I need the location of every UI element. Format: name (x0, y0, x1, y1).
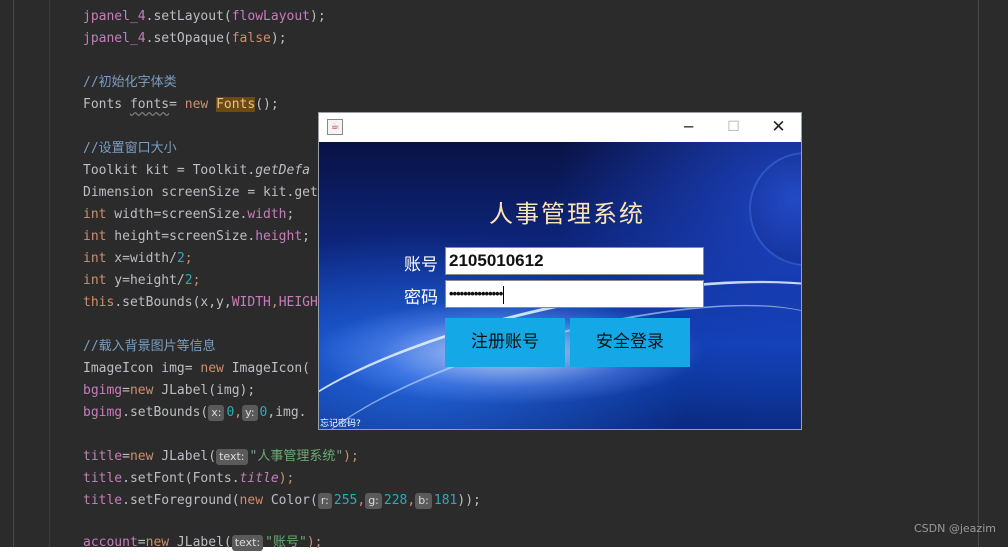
planet-decoration (749, 152, 801, 266)
code-line-bgimg: bgimg=new JLabel(img); (83, 383, 256, 398)
register-button[interactable]: 注册账号 (445, 318, 565, 367)
forgot-password-link[interactable]: 忘记密码? (320, 416, 361, 429)
code-line-toolkit: Toolkit kit = Toolkit.getDefa (83, 163, 310, 178)
code-line-account: account=new JLabel(text: "账号"); (83, 535, 323, 551)
password-mask: ••••••••••••••• (449, 286, 503, 301)
code-line-title: title=new JLabel(text: "人事管理系统"); (83, 449, 359, 465)
code-comment-bg: //载入背景图片等信息 (83, 339, 216, 354)
code-line-1: jpanel_4.setLayout(flowLayout); (83, 9, 326, 24)
login-background: 人事管理系统 账号 2105010612 密码 ••••••••••••••• … (319, 142, 801, 429)
code-line-height: int height=screenSize.height; (83, 229, 310, 244)
code-line-bgimg-bounds: bgimg.setBounds(x: 0, y: 0,img. (83, 405, 307, 421)
password-input[interactable]: ••••••••••••••• (445, 280, 704, 308)
code-line-dimension: Dimension screenSize = kit.get (83, 185, 318, 200)
watermark: CSDN @jeazim (914, 522, 996, 535)
editor-border-left (13, 0, 14, 547)
code-comment-fonts: //初始化字体类 (83, 75, 177, 90)
text-caret (503, 285, 505, 304)
code-line-2: jpanel_4.setOpaque(false); (83, 31, 287, 46)
password-label: 密码 (404, 288, 438, 308)
login-button[interactable]: 安全登录 (570, 318, 690, 367)
app-title: 人事管理系统 (489, 200, 645, 228)
account-label: 账号 (404, 255, 438, 275)
code-line-imageicon: ImageIcon img= new ImageIcon( (83, 361, 310, 376)
code-line-setbounds: this.setBounds(x,y,WIDTH,HEIGH (83, 295, 318, 310)
code-line-fonts: Fonts fonts= new Fonts(); (83, 97, 279, 112)
code-line-x: int x=width/2; (83, 251, 193, 266)
code-line-y: int y=height/2; (83, 273, 201, 288)
maximize-button[interactable]: ☐ (711, 113, 756, 142)
minimize-button[interactable]: ─ (666, 113, 711, 142)
window-titlebar[interactable]: ☕ ─ ☐ ✕ (319, 113, 801, 142)
code-line-title-color: title.setForeground(new Color(r: 255, g: 22… (83, 493, 481, 509)
param-hint: y: (242, 405, 258, 421)
param-hint: text: (216, 449, 248, 465)
param-hint: text: (231, 535, 264, 551)
close-button[interactable]: ✕ (756, 113, 801, 142)
indent-guide (49, 0, 50, 547)
param-hint: x: (208, 405, 225, 421)
login-window[interactable]: ☕ ─ ☐ ✕ 人事管理系统 账号 2105010612 密码 ••••••••… (318, 112, 802, 430)
code-line-title-font: title.setFont(Fonts.title); (83, 471, 295, 486)
account-input[interactable]: 2105010612 (445, 247, 704, 275)
param-hint: g: (365, 493, 382, 509)
java-cup-icon: ☕ (327, 119, 343, 135)
code-line-width: int width=screenSize.width; (83, 207, 295, 222)
editor-right-margin (978, 0, 979, 547)
param-hint: b: (415, 493, 432, 509)
code-comment-size: //设置窗口大小 (83, 141, 177, 156)
param-hint: r: (317, 493, 332, 509)
